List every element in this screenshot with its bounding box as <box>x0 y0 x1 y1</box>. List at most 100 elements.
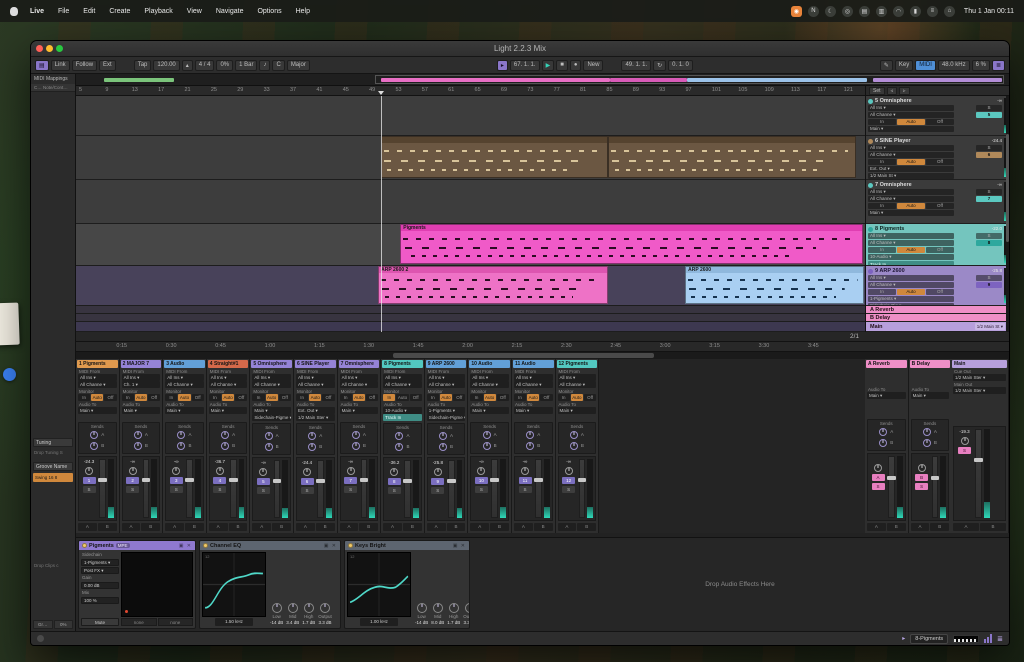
track-number-chip[interactable]: 8 <box>388 478 401 485</box>
keys-bright-title-bar[interactable]: Keys Bright ▣ ✕ <box>345 541 469 550</box>
metronome-icon[interactable]: ▴ <box>182 60 193 71</box>
volume-fader[interactable] <box>932 456 939 518</box>
pan-knob[interactable] <box>172 467 180 475</box>
crossfade-a[interactable]: A <box>209 523 228 531</box>
location-icon[interactable]: ◎ <box>842 6 853 17</box>
device-pigments[interactable]: Pigments MPE ▣ ✕ Sidechain 1-Pigments Po… <box>78 540 196 629</box>
channel-eq-title-bar[interactable]: Channel EQ ▣ ✕ <box>200 541 340 550</box>
monitor-in[interactable]: In <box>868 119 896 125</box>
strip-routing-chooser[interactable]: 1/2 Main Ster ▾ <box>953 374 1006 381</box>
track-number[interactable]: 5 <box>976 112 1002 118</box>
strip-routing-chooser[interactable]: All Ins ▾ <box>470 374 509 381</box>
pan-knob[interactable] <box>565 467 573 475</box>
spotlight-icon[interactable]: ⌂ <box>944 6 955 17</box>
mixer-strip[interactable]: 12 PigmentsMIDI FromAll Ins ▾All Channe … <box>556 359 600 533</box>
set-locator-button[interactable]: Set <box>869 87 885 95</box>
track-number[interactable]: 8 <box>976 240 1002 246</box>
pan-knob[interactable] <box>961 437 969 445</box>
knob-value[interactable]: 3.3 dB <box>319 620 332 625</box>
volume-value[interactable]: -36.2 <box>389 460 399 466</box>
return-header[interactable]: Main1/2 Main St ▾ <box>866 322 1009 332</box>
strip-name[interactable]: 10 Audio <box>469 360 510 368</box>
next-locator-button[interactable]: ▹ <box>899 87 910 95</box>
time-ruler[interactable]: 0:150:300:451:001:151:301:452:002:152:30… <box>76 342 1009 352</box>
mixer-strip[interactable]: MainCue Out1/2 Main Ster ▾Main Out1/2 Ma… <box>951 359 1009 533</box>
strip-routing-chooser[interactable]: Main ▾ <box>209 407 248 414</box>
input-type-chooser[interactable]: All Ins ▾ <box>868 105 954 111</box>
fader-handle[interactable] <box>974 458 983 462</box>
track-header[interactable]: 6 SINE PlayerAll Ins ▾All Channe ▾InAuto… <box>866 136 1009 180</box>
monitor-in[interactable]: In <box>122 394 134 401</box>
groove-amount-menu[interactable]: 1 Bar <box>235 60 257 71</box>
battery-icon[interactable]: ▮ <box>910 6 921 17</box>
volume-value[interactable]: -∞ <box>261 460 266 466</box>
return-header[interactable]: A Reverb <box>866 306 1009 314</box>
strip-routing-chooser[interactable]: All Ins ▾ <box>558 374 597 381</box>
volume-value[interactable]: -24.4 <box>302 460 312 466</box>
eq-knob[interactable] <box>449 603 459 613</box>
volume-value[interactable]: -19.3 <box>959 429 969 435</box>
solo-button[interactable]: S <box>976 275 1002 281</box>
crossfade-a[interactable]: A <box>383 523 402 531</box>
eq-curve-display[interactable]: 12 <box>202 552 266 617</box>
drop-audio-effects-zone[interactable]: Drop Audio Effects Here <box>473 540 1007 629</box>
monitor-auto[interactable]: Auto <box>897 159 925 165</box>
volume-value[interactable]: -∞ <box>174 459 179 465</box>
groove-name-header[interactable]: Groove Name <box>33 462 73 471</box>
send-knob-a[interactable] <box>570 431 578 439</box>
strip-routing-chooser[interactable]: Main ▾ <box>470 407 509 414</box>
send-knob-a[interactable] <box>221 431 229 439</box>
eq-frequency-value[interactable]: 1.00 kHz <box>360 618 398 626</box>
send-knob-a[interactable] <box>879 428 887 436</box>
monitor-in[interactable]: In <box>514 394 526 401</box>
eq-knob[interactable] <box>417 603 427 613</box>
mixer-strip[interactable]: 4 Straight#1MIDI FromAll Ins ▾All Channe… <box>207 359 251 533</box>
solo-button[interactable]: S <box>257 487 270 494</box>
track-lane[interactable] <box>76 96 865 136</box>
vertical-scrollbar[interactable] <box>1006 96 1009 332</box>
monitor-auto[interactable]: Auto <box>91 394 103 401</box>
time-ruler-lane[interactable]: 0:150:300:451:001:151:301:452:002:152:30… <box>76 342 865 351</box>
volume-fader[interactable] <box>888 456 895 518</box>
strip-routing-chooser[interactable]: All Ins ▾ <box>122 374 161 381</box>
track-number-chip[interactable]: 4 <box>213 477 226 484</box>
strip-routing-chooser[interactable]: 10-Audio ▾ <box>383 407 422 414</box>
return-header[interactable]: B Delay <box>866 314 1009 322</box>
assistant-icon[interactable]: N <box>808 6 819 17</box>
pan-knob[interactable] <box>259 468 267 476</box>
time-signature[interactable]: 4 / 4 <box>195 60 215 71</box>
track-lane[interactable] <box>76 180 865 224</box>
crossfade-b[interactable]: B <box>98 523 117 531</box>
return-lane[interactable] <box>76 322 865 332</box>
device-on-toggle[interactable] <box>348 543 353 548</box>
pan-knob[interactable] <box>303 468 311 476</box>
monitor-off[interactable]: Off <box>926 119 954 125</box>
crossfade-a[interactable]: A <box>122 523 141 531</box>
tempo-display[interactable]: 120.00 <box>153 60 179 71</box>
volume-value[interactable]: -∞ <box>479 459 484 465</box>
crossfade-b[interactable]: B <box>534 523 553 531</box>
send-knob-a[interactable] <box>923 428 931 436</box>
send-knob-a[interactable] <box>352 431 360 439</box>
mixer-strip[interactable]: 5 OmnisphereMIDI FromAll Ins ▾All Channe… <box>250 359 294 533</box>
pan-knob[interactable] <box>874 464 882 472</box>
mixer-strip[interactable]: B DelayAudio ToMain ▾SendsABBSAB <box>909 359 953 533</box>
crossfade-b[interactable]: B <box>887 523 906 531</box>
send-knob-a[interactable] <box>526 431 534 439</box>
strip-routing-chooser[interactable]: All Ins ▾ <box>165 374 204 381</box>
scale-icon[interactable]: ♪ <box>259 60 270 71</box>
strip-routing-chooser[interactable]: All Channe ▾ <box>427 381 466 388</box>
pan-knob[interactable] <box>390 468 398 476</box>
knob-value[interactable]: 1.7 dB <box>447 620 460 625</box>
send-knob-b[interactable] <box>90 442 98 450</box>
track-number[interactable]: 9 <box>976 282 1002 288</box>
knob-value[interactable]: 8.0 dB <box>431 620 444 625</box>
crossfade-a[interactable]: A <box>867 523 886 531</box>
menu-live[interactable]: Live <box>23 8 51 15</box>
track-number-chip[interactable]: B <box>915 474 928 481</box>
track-lanes[interactable]: PigmentsARP 2600 2ARP 2600 <box>76 96 865 332</box>
arrangement-clip[interactable] <box>381 136 608 178</box>
send-knob-b[interactable] <box>526 442 534 450</box>
track-number-chip[interactable]: A <box>872 474 885 481</box>
track-lane[interactable]: Pigments <box>76 224 865 266</box>
